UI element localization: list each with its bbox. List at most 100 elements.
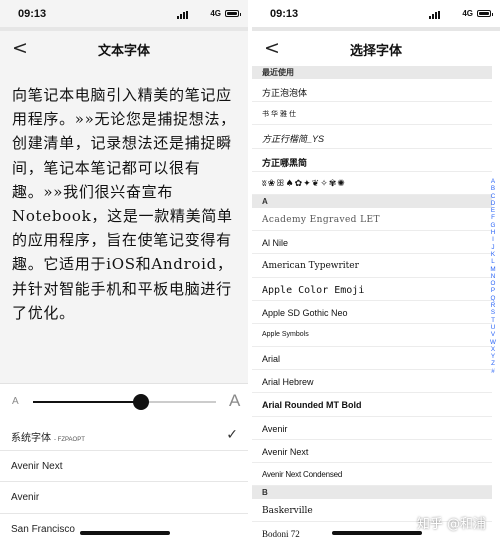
status-time: 09:13 — [18, 8, 47, 20]
watermark: 知乎 @和浦 — [416, 517, 486, 532]
font-item[interactable]: Avenir Next Condensed — [252, 463, 492, 487]
font-item[interactable]: Apple Color Emoji — [252, 278, 492, 301]
font-item[interactable]: Al Nile — [252, 231, 492, 255]
index-letter[interactable]: U — [489, 324, 497, 331]
slider-fill — [33, 401, 141, 403]
alphabet-index[interactable]: A B C D E F G H I J K L M N O P Q R S T U V W X Y Z # — [489, 178, 497, 375]
network-label: 4G — [462, 9, 473, 18]
index-letter[interactable]: P — [489, 287, 497, 294]
font-item-recent[interactable]: 方正行楷简_YS — [252, 125, 492, 149]
font-item-label: ʬ❀ꕥ♠✿✦❦✧✾✺ — [262, 178, 346, 189]
index-letter[interactable]: F — [489, 214, 497, 221]
index-letter[interactable]: J — [489, 244, 497, 251]
section-header-b: B — [252, 486, 492, 500]
status-bar: 09:13 4G — [252, 0, 500, 28]
top-divider — [252, 27, 500, 31]
index-letter[interactable]: R — [489, 302, 497, 309]
index-letter[interactable]: Q — [489, 295, 497, 302]
battery-icon — [477, 10, 493, 17]
font-item-label: Bodoni 72 — [262, 529, 300, 540]
font-item[interactable]: Academy Engraved LET — [252, 208, 492, 232]
font-option-san-francisco[interactable]: San Francisco — [0, 514, 248, 541]
index-letter[interactable]: L — [489, 258, 497, 265]
index-letter[interactable]: B — [489, 185, 497, 192]
font-item-recent[interactable]: 书华雅仕 — [252, 102, 492, 126]
index-letter[interactable]: X — [489, 346, 497, 353]
font-item-label: Arial Rounded MT Bold — [262, 400, 362, 411]
font-option-avenir-next[interactable]: Avenir Next — [0, 451, 248, 482]
font-item-label: Al Nile — [262, 238, 289, 249]
font-item-label: 方正哪黑简 — [262, 157, 308, 168]
network-label: 4G — [210, 9, 221, 18]
index-letter[interactable]: V — [489, 331, 497, 338]
font-item-recent[interactable]: ʬ❀ꕥ♠✿✦❦✧✾✺ — [252, 172, 492, 195]
index-letter[interactable]: S — [489, 309, 497, 316]
index-letter[interactable]: E — [489, 207, 497, 214]
index-letter[interactable]: # — [489, 368, 497, 375]
font-item-recent[interactable]: 方正泡泡体 — [252, 79, 492, 103]
slider-thumb[interactable] — [132, 394, 149, 410]
font-item-label: Arial Hebrew — [262, 377, 314, 388]
font-item-label: 书华雅仕 — [262, 111, 298, 119]
index-letter[interactable]: K — [489, 251, 497, 258]
font-item[interactable]: Arial Rounded MT Bold — [252, 393, 492, 417]
index-letter[interactable]: A — [489, 178, 497, 185]
font-item-label: Apple Symbols — [262, 330, 309, 338]
font-item[interactable]: Apple SD Gothic Neo — [252, 301, 492, 324]
font-item[interactable]: Avenir Next — [252, 440, 492, 463]
index-letter[interactable]: W — [489, 339, 497, 346]
font-item-label: Avenir Next Condensed — [262, 470, 343, 479]
index-letter[interactable]: Z — [489, 360, 497, 367]
index-letter[interactable]: M — [489, 266, 497, 273]
font-item[interactable]: Avenir — [252, 417, 492, 440]
font-item-label: Apple SD Gothic Neo — [262, 307, 348, 318]
index-letter[interactable]: H — [489, 229, 497, 236]
page-title: 选择字体 — [349, 43, 402, 58]
font-option-label: Avenir Next — [11, 460, 63, 472]
font-item[interactable]: Arial — [252, 347, 492, 371]
font-item-label: 方正行楷简_YS — [262, 134, 325, 145]
signal-icon — [177, 11, 188, 19]
font-item-label: Apple Color Emoji — [262, 284, 365, 296]
font-item[interactable]: Apple Symbols — [252, 324, 492, 348]
index-letter[interactable]: G — [489, 222, 497, 229]
font-item-label: Academy Engraved LET — [262, 214, 380, 225]
preview-text: 向笔记本电脑引入精美的笔记应用程序。»»无论您是捕捉想法，创建清单，记录想法还是… — [12, 86, 236, 322]
font-item[interactable]: American Typewriter — [252, 254, 492, 278]
index-letter[interactable]: I — [489, 236, 497, 243]
font-item-label: Baskerville — [262, 506, 313, 517]
index-letter[interactable]: T — [489, 317, 497, 324]
home-indicator — [332, 531, 422, 535]
font-option-list: 系统字体 - FZPAOPT ✓ Avenir Next Avenir San F… — [0, 419, 248, 541]
font-option-avenir[interactable]: Avenir — [0, 482, 248, 514]
section-header-a: A — [252, 194, 492, 208]
index-letter[interactable]: N — [489, 273, 497, 280]
index-letter[interactable]: Y — [489, 353, 497, 360]
font-item-label: 方正泡泡体 — [262, 89, 308, 99]
font-size-slider[interactable] — [33, 394, 216, 410]
index-letter[interactable]: D — [489, 200, 497, 207]
section-header-recent: 最近使用 — [252, 66, 492, 79]
font-option-label: Avenir — [11, 492, 40, 503]
nav-bar: < 文本字体 — [0, 33, 248, 63]
signal-icon — [429, 11, 440, 19]
font-size-slider-row: A A — [0, 383, 248, 419]
font-item-label: Arial — [262, 354, 281, 365]
battery-icon — [225, 10, 241, 17]
text-font-screen: 09:13 4G < 文本字体 向笔记本电脑引入精美的笔记应用程序。»»无论您是… — [0, 0, 248, 541]
font-item[interactable]: Arial Hebrew — [252, 370, 492, 394]
font-option-system[interactable]: 系统字体 - FZPAOPT ✓ — [0, 419, 248, 451]
font-option-label: 系统字体 — [11, 433, 51, 444]
font-item-recent[interactable]: 方正哪黑简 — [252, 149, 492, 172]
choose-font-screen: 09:13 4G < 选择字体 最近使用 方正泡泡体 书华雅仕 方正行楷简_YS… — [252, 0, 500, 541]
home-indicator — [80, 531, 170, 535]
page-title: 文本字体 — [97, 43, 150, 58]
nav-bar: < 选择字体 — [252, 33, 500, 63]
font-option-sublabel: - FZPAOPT — [54, 437, 85, 443]
checkmark-icon: ✓ — [226, 426, 238, 442]
index-letter[interactable]: O — [489, 280, 497, 287]
status-bar: 09:13 4G — [0, 0, 248, 28]
font-list: 最近使用 方正泡泡体 书华雅仕 方正行楷简_YS 方正哪黑简 ʬ❀ꕥ♠✿✦❦✧✾… — [252, 66, 492, 541]
font-item-label: Avenir — [262, 423, 288, 434]
index-letter[interactable]: C — [489, 193, 497, 200]
